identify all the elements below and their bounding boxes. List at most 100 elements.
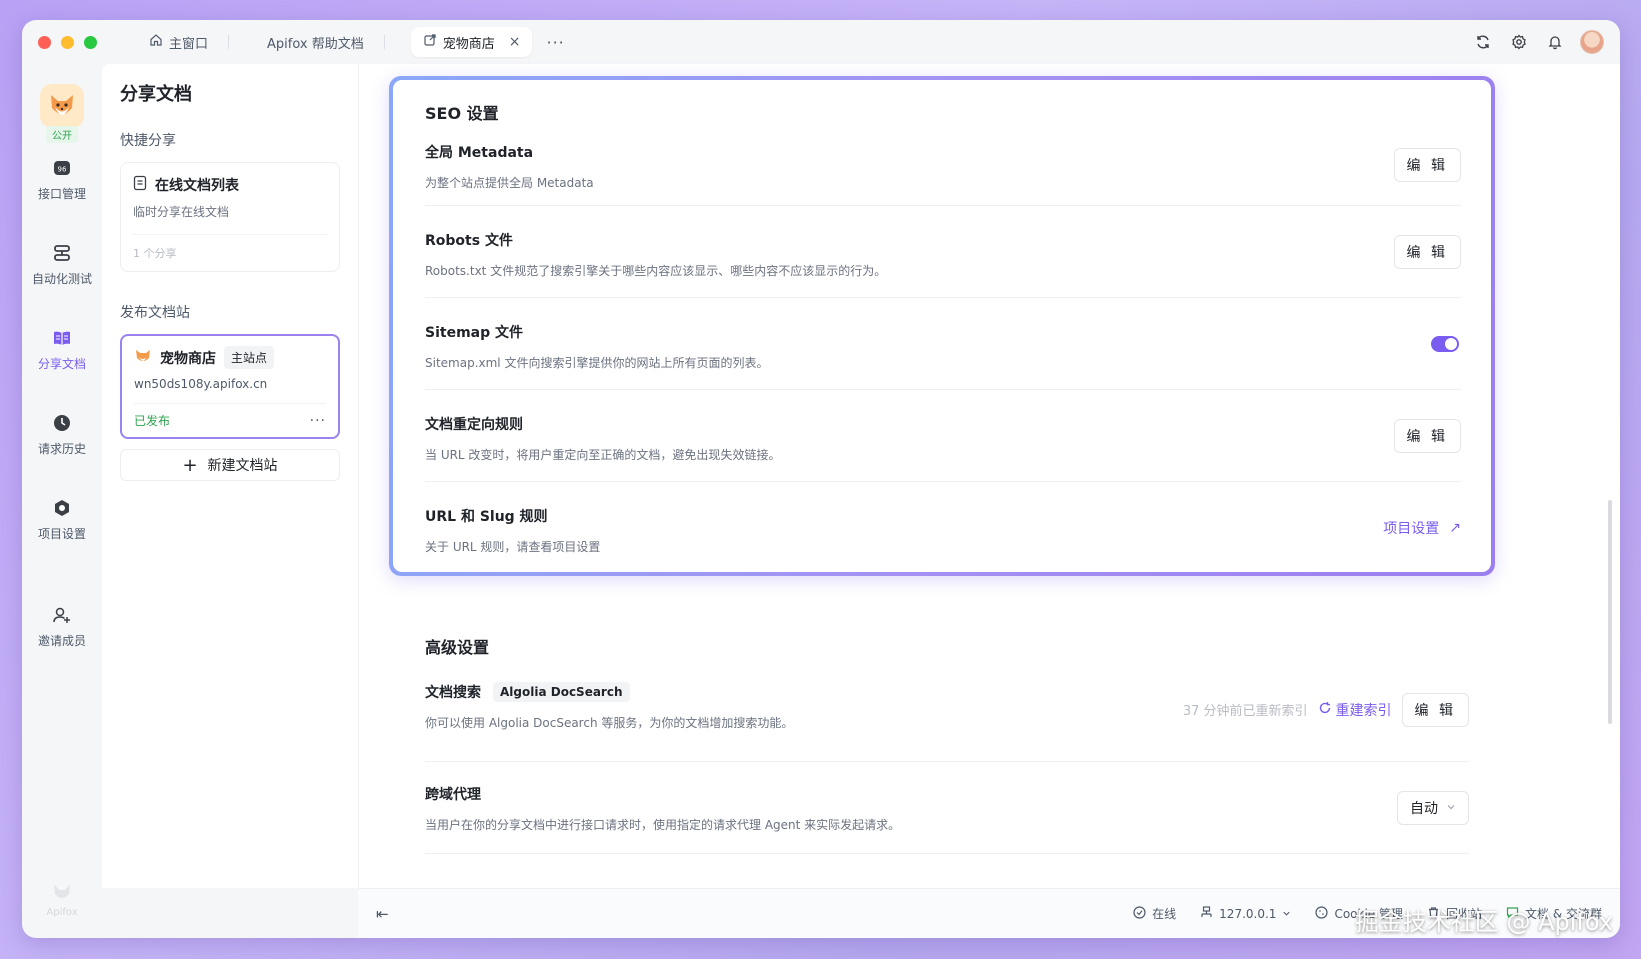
tab-bar: 主窗口 Apifox 帮助文档 宠物商店 × ··· [137,20,565,64]
host-selector[interactable]: 127.0.0.1 [1200,905,1291,922]
row-title: 全局 Metadata [425,145,534,161]
card-desc: 临时分享在线文档 [133,205,230,219]
share-count: 1 个分享 [133,234,327,271]
document-icon [133,175,147,195]
algolia-tag: Algolia DocSearch [493,682,630,702]
refresh-icon [1318,701,1332,719]
row-title-text: 文档搜索 [425,685,481,701]
rail-item-api[interactable]: 96 接口管理 [22,157,102,202]
seo-row-metadata: 全局 Metadata 为整个站点提供全局 Metadata 编 辑 [425,124,1461,206]
card-title-text: 在线文档列表 [155,178,239,194]
apifox-brand: Apifox [22,882,102,918]
fox-logo-icon [40,84,84,128]
edit-redirect-button[interactable]: 编 辑 [1393,418,1461,453]
gear-icon[interactable] [1508,31,1530,53]
status-badge: 已发布 [134,414,171,428]
online-doc-list-card[interactable]: 在线文档列表 临时分享在线文档 1 个分享 [120,162,340,272]
user-avatar[interactable] [1580,30,1604,54]
section-title: 高级设置 [425,638,490,657]
row-title: 跨域代理 [425,787,481,803]
site-more-button[interactable]: ··· [310,413,326,429]
publish-site-label: 发布文档站 [120,305,190,321]
collapse-sidebar-button[interactable]: ⇤ [376,905,389,923]
host-label: 127.0.0.1 [1219,906,1277,921]
proxy-select[interactable]: 自动 [1397,790,1469,825]
rail-label: 请求历史 [37,442,86,456]
automation-icon [51,242,73,264]
network-icon [1200,905,1213,922]
seo-row-robots: Robots 文件 Robots.txt 文件规范了搜索引擎关于哪些内容应该显示… [425,206,1461,298]
row-title: Sitemap 文件 [425,325,523,341]
rail-item-share-docs[interactable]: 分享文档 [22,327,102,372]
title-bar: 主窗口 Apifox 帮助文档 宠物商店 × ··· [22,20,1620,64]
sync-icon[interactable] [1472,31,1494,53]
reindex-label: 重建索引 [1335,702,1392,719]
window-controls [38,35,97,49]
tab-label: 宠物商店 [442,36,495,52]
site-card-pet-store[interactable]: 宠物商店 主站点 wn50ds108y.apifox.cn 已发布 ··· [120,334,340,439]
section-title: SEO 设置 [425,104,499,123]
reindex-button[interactable]: 重建索引 [1318,700,1392,720]
tab-pet-store[interactable]: 宠物商店 × [410,27,533,57]
adv-row-search: 文档搜索 Algolia DocSearch 你可以使用 Algolia Doc… [425,658,1469,762]
titlebar-actions [1472,30,1604,54]
sitemap-toggle[interactable] [1431,335,1459,352]
public-badge: 公开 [46,126,78,143]
row-desc: 关于 URL 规则，请查看项目设置 [425,540,601,554]
project-logo[interactable]: 公开 [40,84,84,143]
online-label: 在线 [1152,907,1177,921]
edit-search-button[interactable]: 编 辑 [1401,692,1469,727]
proxy-actions: 自动 [1397,790,1469,825]
brand-label: Apifox [46,907,78,918]
plus-icon: + [182,454,198,476]
close-icon[interactable]: × [509,34,521,50]
rail-label: 邀请成员 [37,634,86,648]
link-label: 项目设置 [1383,521,1440,537]
new-site-button[interactable]: + 新建文档站 [120,449,340,481]
app-window: 主窗口 Apifox 帮助文档 宠物商店 × ··· 公开 96 接口管理 自动… [22,20,1620,938]
fox-site-icon [134,347,152,369]
api-icon: 96 [51,157,73,179]
share-doc-icon [423,33,437,51]
rail-item-history[interactable]: 请求历史 [22,412,102,457]
minimize-window-button[interactable] [61,35,74,49]
advanced-settings: 高级设置 文档搜索 Algolia DocSearch 你可以使用 Algoli… [425,620,1469,854]
rail-item-project-settings[interactable]: 项目设置 [22,497,102,542]
row-desc: 当用户在你的分享文档中进行接口请求时，使用指定的请求代理 Agent 来实际发起… [425,818,901,832]
bell-icon[interactable] [1544,31,1566,53]
search-actions: 37 分钟前已重新索引 重建索引 编 辑 [1183,692,1469,727]
adv-row-proxy: 跨域代理 当用户在你的分享文档中进行接口请求时，使用指定的请求代理 Agent … [425,762,1469,854]
share-docs-sidebar: 分享文档 快捷分享 在线文档列表 临时分享在线文档 1 个分享 发布文档站 宠物… [102,64,358,888]
site-url: wn50ds108y.apifox.cn [134,377,268,391]
site-title: 宠物商店 主站点 [134,346,326,369]
tab-main-window[interactable]: 主窗口 [137,27,241,57]
more-tabs-button[interactable]: ··· [546,33,564,52]
page-title: 分享文档 [120,84,192,105]
row-desc: Robots.txt 文件规范了搜索引擎关于哪些内容应该显示、哪些内容不应该显示… [425,264,887,278]
maximize-window-button[interactable] [84,35,97,49]
rail-label: 项目设置 [37,527,86,541]
edit-robots-button[interactable]: 编 辑 [1393,234,1461,269]
rail-item-automation[interactable]: 自动化测试 [22,242,102,287]
project-settings-link[interactable]: 项目设置 ↗ [1383,518,1461,538]
external-link-icon: ↗ [1449,520,1461,536]
main-scrollbar[interactable] [1608,500,1612,724]
close-window-button[interactable] [38,35,51,49]
cookie-icon [1315,905,1329,922]
rail-label: 接口管理 [37,187,86,201]
tab-help-docs[interactable]: Apifox 帮助文档 [255,27,397,57]
seo-settings-panel: SEO 设置 全局 Metadata 为整个站点提供全局 Metadata 编 … [389,76,1495,576]
chevron-down-icon [1446,800,1456,816]
check-circle-icon [1133,905,1146,922]
svg-text:96: 96 [58,166,67,174]
user-add-icon [51,604,73,626]
rail-item-invite[interactable]: 邀请成员 [22,604,102,649]
row-title: 文档重定向规则 [425,417,523,433]
online-status[interactable]: 在线 [1133,905,1176,922]
chevron-down-icon [1282,907,1291,921]
site-card-footer: 已发布 ··· [134,403,326,437]
rail-label: 自动化测试 [31,272,92,286]
main-content: SEO 设置 全局 Metadata 为整个站点提供全局 Metadata 编 … [358,64,1620,888]
edit-metadata-button[interactable]: 编 辑 [1393,147,1461,182]
quick-share-label: 快捷分享 [120,133,176,149]
